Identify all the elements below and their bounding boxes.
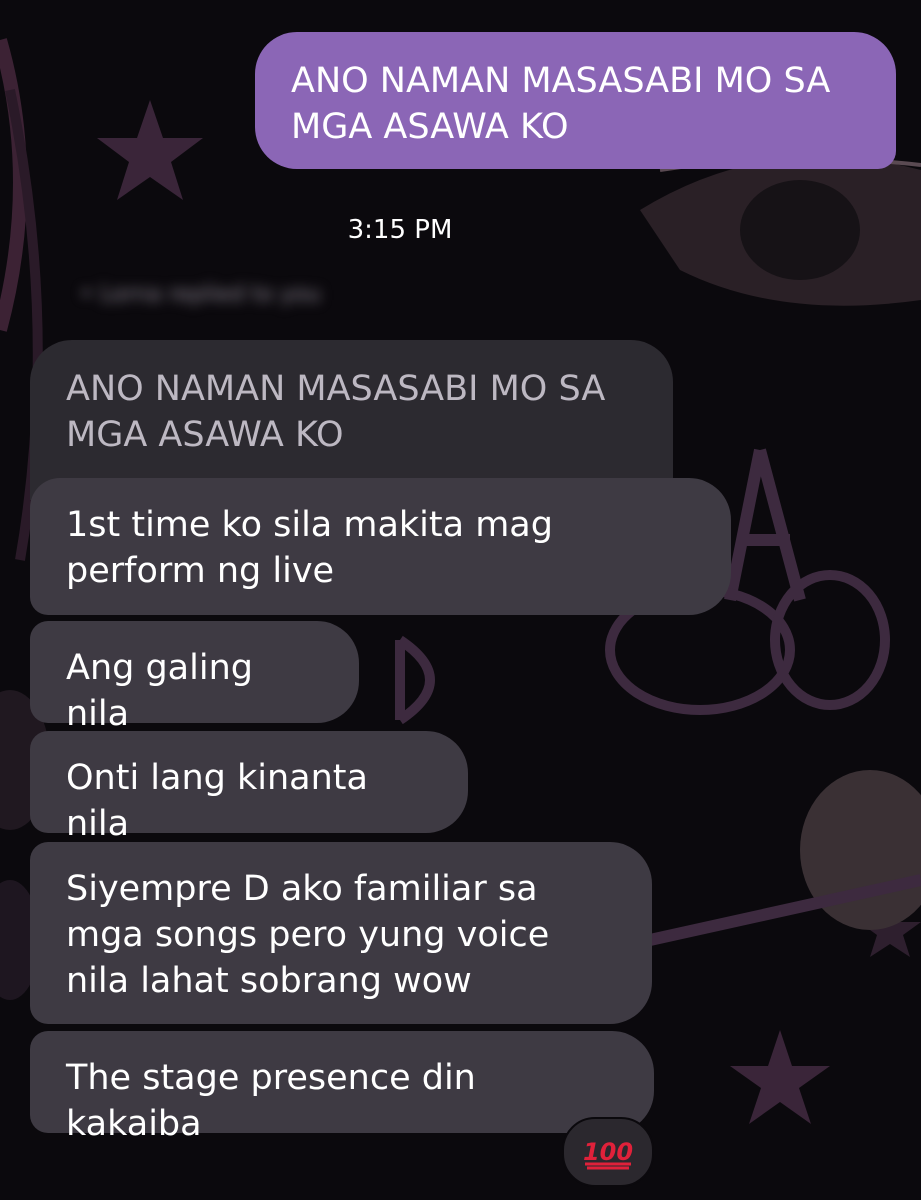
- message-timestamp: 3:15 PM: [347, 215, 453, 245]
- message-reaction[interactable]: 100: [562, 1117, 654, 1187]
- svg-text:100: 100: [583, 1138, 633, 1166]
- received-message-bubble[interactable]: The stage presence din kakaiba: [30, 1031, 654, 1144]
- quoted-message-bubble[interactable]: ANO NAMAN MASASABI MO SA MGA ASAWA KO: [30, 340, 673, 500]
- received-message-bubble[interactable]: Onti lang kinanta nila: [30, 731, 468, 844]
- sent-message-bubble[interactable]: ANO NAMAN MASASABI MO SA MGA ASAWA KO: [255, 32, 896, 169]
- received-message-text: 1st time ko sila makita mag perform ng l…: [66, 505, 553, 591]
- quoted-message-text: ANO NAMAN MASASABI MO SA MGA ASAWA KO: [66, 369, 606, 455]
- received-message-text: The stage presence din kakaiba: [66, 1058, 476, 1144]
- received-message-text: Ang galing nila: [66, 648, 253, 734]
- received-message-text: Siyempre D ako familiar sa mga songs per…: [66, 869, 550, 1001]
- received-message-bubble[interactable]: 1st time ko sila makita mag perform ng l…: [30, 478, 731, 615]
- received-message-text: Onti lang kinanta nila: [66, 758, 368, 844]
- reply-context-label: • Lorna replied to you: [80, 282, 321, 307]
- received-message-bubble[interactable]: Siyempre D ako familiar sa mga songs per…: [30, 842, 652, 1024]
- received-message-bubble[interactable]: Ang galing nila: [30, 621, 359, 734]
- sent-message-text: ANO NAMAN MASASABI MO SA MGA ASAWA KO: [291, 61, 831, 147]
- hundred-points-icon: 100: [583, 1138, 633, 1170]
